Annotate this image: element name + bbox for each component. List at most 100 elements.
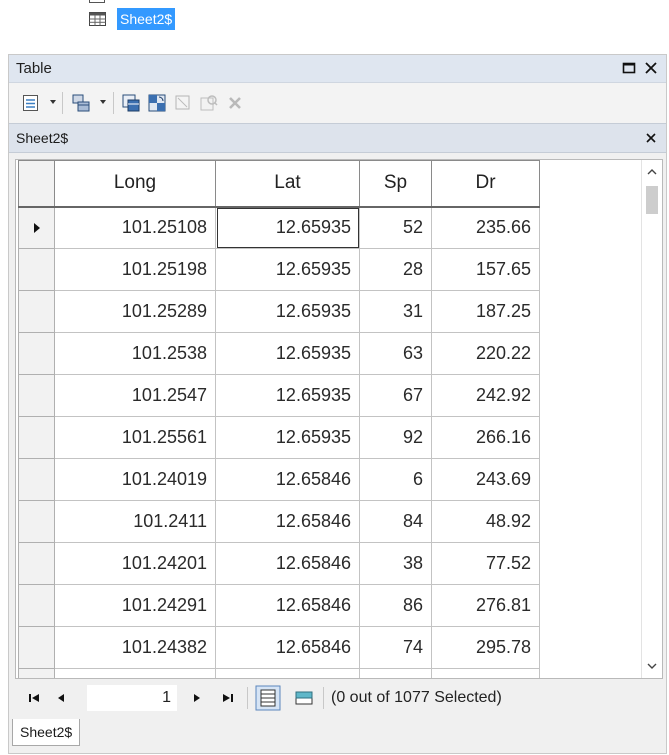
zoom-to-selected-icon[interactable] (199, 93, 219, 113)
table-cell-long[interactable]: 101.2538 (54, 332, 216, 375)
delete-selected-icon[interactable] (225, 93, 245, 113)
switch-selection-icon[interactable] (147, 93, 167, 113)
table-row[interactable]: 101.25289 12.65935 31 187.25 (18, 290, 540, 333)
table-cell-long[interactable]: 101.24019 (54, 458, 216, 501)
clear-selection-icon[interactable] (173, 93, 193, 113)
row-selector[interactable] (18, 416, 55, 459)
next-record-icon[interactable] (191, 691, 203, 705)
table-row[interactable]: 101.24019 12.65846 6 243.69 (18, 458, 540, 501)
show-all-records-icon[interactable] (255, 685, 281, 711)
row-selector[interactable] (18, 584, 55, 627)
table-cell-long[interactable]: 101.24291 (54, 584, 216, 627)
table-cell-dr[interactable]: 295.78 (431, 626, 540, 669)
table-row[interactable]: 101.2547 12.65935 67 242.92 (18, 374, 540, 417)
table-cell-dr[interactable]: 157.65 (431, 248, 540, 291)
row-selector[interactable] (18, 458, 55, 501)
window-title-bar: Table (9, 55, 666, 83)
table-row[interactable]: 101.24382 12.65846 74 295.78 (18, 626, 540, 669)
table-cell-sp[interactable]: 86 (359, 584, 432, 627)
table-cell-lat[interactable]: 12.65935 (215, 374, 360, 417)
table-cell-long[interactable]: 101.24382 (54, 626, 216, 669)
show-selected-records-icon[interactable] (291, 685, 317, 711)
last-record-icon[interactable] (221, 691, 235, 705)
scrollbar-thumb[interactable] (646, 186, 658, 214)
table-cell-lat[interactable]: 12.65935 (215, 248, 360, 291)
table-cell-dr[interactable]: 276.81 (431, 584, 540, 627)
chevron-down-icon[interactable] (50, 100, 56, 104)
table-cell-dr[interactable]: 266.16 (431, 416, 540, 459)
table-cell-lat[interactable]: 12.65846 (215, 542, 360, 585)
row-selector[interactable] (18, 206, 55, 249)
previous-record-icon[interactable] (55, 691, 67, 705)
table-cell-sp[interactable]: 28 (359, 248, 432, 291)
row-selector[interactable] (18, 248, 55, 291)
table-cell-sp[interactable]: 67 (359, 374, 432, 417)
table-cell-lat[interactable]: 12.65935 (215, 332, 360, 375)
table-row[interactable]: 101.2411 12.65846 84 48.92 (18, 500, 540, 543)
table-cell-lat[interactable]: 12.65846 (215, 500, 360, 543)
bottom-tab-sheet2[interactable]: Sheet2$ (12, 719, 81, 746)
table-cell-dr[interactable]: 48.92 (431, 500, 540, 543)
row-selector[interactable] (18, 500, 55, 543)
record-navigation-bar: (0 out of 1077 Selected) (15, 681, 663, 715)
vertical-scrollbar[interactable] (641, 160, 662, 678)
table-cell-lat[interactable]: 12.65935 (215, 290, 360, 333)
table-cell-dr[interactable]: 243.69 (431, 458, 540, 501)
tree-item-label[interactable]: Sheet2$ (117, 8, 176, 30)
table-cell-long[interactable]: 101.2547 (54, 374, 216, 417)
close-icon[interactable] (645, 132, 657, 144)
table-tab-label[interactable]: Sheet2$ (16, 130, 68, 146)
table-cell-lat[interactable]: 12.65935 (215, 416, 360, 459)
table-row[interactable]: 101.25198 12.65935 28 157.65 (18, 248, 540, 291)
table-cell-dr[interactable]: 187.25 (431, 290, 540, 333)
table-cell-long[interactable]: 101.25289 (54, 290, 216, 333)
table-cell-lat[interactable]: 12.65846 (215, 626, 360, 669)
column-header-dr[interactable]: Dr (431, 160, 540, 208)
record-number-input[interactable] (87, 685, 177, 711)
related-tables-icon[interactable] (71, 93, 91, 113)
table-cell-dr[interactable]: 220.22 (431, 332, 540, 375)
table-row[interactable]: 101.24291 12.65846 86 276.81 (18, 584, 540, 627)
table-row[interactable]: 101.24201 12.65846 38 77.52 (18, 542, 540, 585)
table-cell-sp[interactable]: 84 (359, 500, 432, 543)
navigation-separator (323, 687, 324, 709)
table-cell-sp[interactable]: 38 (359, 542, 432, 585)
table-cell-long[interactable]: 101.24201 (54, 542, 216, 585)
table-row[interactable]: 101.2538 12.65935 63 220.22 (18, 332, 540, 375)
close-icon[interactable] (643, 60, 659, 76)
table-options-icon[interactable] (21, 93, 41, 113)
row-selector[interactable] (18, 542, 55, 585)
table-cell-sp[interactable]: 74 (359, 626, 432, 669)
row-selector[interactable] (18, 290, 55, 333)
first-record-icon[interactable] (27, 691, 41, 705)
row-selector-header[interactable] (18, 160, 55, 208)
table-cell-lat[interactable]: 12.65846 (215, 458, 360, 501)
table-cell-lat[interactable]: 12.65935 (215, 206, 360, 249)
table-cell-sp[interactable]: 6 (359, 458, 432, 501)
chevron-down-icon[interactable] (100, 100, 106, 104)
table-cell-sp[interactable]: 52 (359, 206, 432, 249)
table-cell-dr[interactable]: 77.52 (431, 542, 540, 585)
table-cell-long[interactable]: 101.25561 (54, 416, 216, 459)
row-selector[interactable] (18, 332, 55, 375)
row-selector[interactable] (18, 626, 55, 669)
column-header-long[interactable]: Long (54, 160, 216, 208)
row-selector[interactable] (18, 374, 55, 417)
table-cell-sp[interactable]: 63 (359, 332, 432, 375)
table-cell-dr[interactable]: 235.66 (431, 206, 540, 249)
restore-icon[interactable] (621, 60, 637, 76)
chevron-up-icon[interactable] (646, 166, 658, 178)
select-by-attributes-icon[interactable] (121, 93, 141, 113)
table-cell-sp[interactable]: 31 (359, 290, 432, 333)
table-row[interactable]: 101.25561 12.65935 92 266.16 (18, 416, 540, 459)
table-cell-long[interactable]: 101.25198 (54, 248, 216, 291)
table-cell-long[interactable]: 101.2411 (54, 500, 216, 543)
chevron-down-icon[interactable] (646, 660, 658, 672)
table-cell-long[interactable]: 101.25108 (54, 206, 216, 249)
table-cell-dr[interactable]: 242.92 (431, 374, 540, 417)
column-header-lat[interactable]: Lat (215, 160, 360, 208)
table-row[interactable]: 101.25108 12.65935 52 235.66 (18, 206, 540, 249)
table-cell-lat[interactable]: 12.65846 (215, 584, 360, 627)
table-cell-sp[interactable]: 92 (359, 416, 432, 459)
column-header-sp[interactable]: Sp (359, 160, 432, 208)
